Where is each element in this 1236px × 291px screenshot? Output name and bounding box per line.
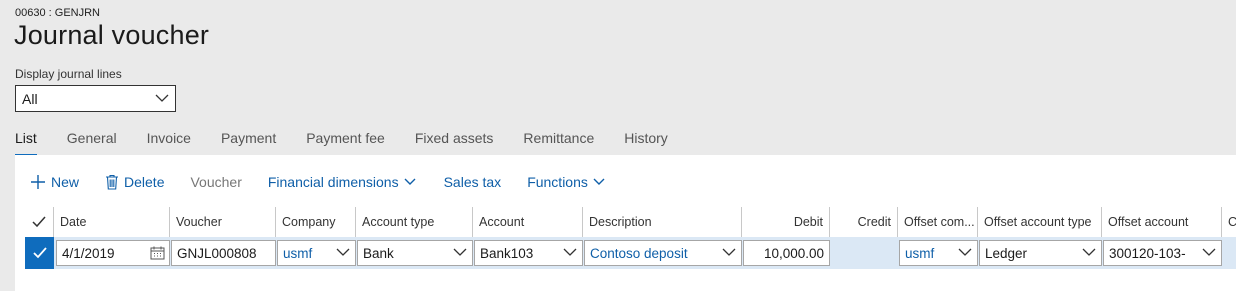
chevron-down-icon[interactable] [452,245,468,262]
chevron-down-icon [593,178,605,185]
delete-button[interactable]: Delete [105,174,164,190]
offset-account-type-field[interactable]: Ledger [979,240,1102,266]
column-header-voucher[interactable]: Voucher [170,207,276,237]
column-header-offset-account-type[interactable]: Offset account type [978,207,1102,237]
sales-tax-button[interactable]: Sales tax [444,174,502,190]
offset-account-type-value: Ledger [985,245,1028,261]
chevron-down-icon[interactable] [721,245,737,262]
offset-company-value: usmf [905,245,935,261]
checkmark-icon [32,247,47,259]
tab-invoice[interactable]: Invoice [147,130,191,156]
debit-field[interactable]: 10,000.00 [743,240,830,266]
delete-button-label: Delete [124,174,165,190]
chevron-down-icon[interactable] [957,245,973,262]
tab-general[interactable]: General [67,130,117,156]
tab-fixed-assets[interactable]: Fixed assets [415,130,494,156]
offset-account-field[interactable]: 300120-103- [1103,240,1222,266]
column-header-more[interactable]: C [1222,207,1236,237]
column-header-date[interactable]: Date [54,207,170,237]
offset-company-field[interactable]: usmf [899,240,978,266]
journal-lines-panel: New Delete Voucher Financial dimensions … [15,155,1236,291]
column-header-company[interactable]: Company [276,207,356,237]
chevron-down-icon [404,178,416,185]
date-field[interactable]: 4/1/2019 [56,240,170,266]
row-select-checkbox[interactable] [25,237,54,269]
tab-bar: List General Invoice Payment Payment fee… [15,130,698,156]
company-field[interactable]: usmf [277,240,356,266]
plus-icon [31,175,45,189]
chevron-down-icon [154,91,170,108]
tab-list[interactable]: List [15,130,37,156]
column-header-account[interactable]: Account [473,207,583,237]
financial-dimensions-button[interactable]: Financial dimensions [268,174,418,190]
account-field[interactable]: Bank103 [474,240,583,266]
trash-icon [106,174,119,190]
description-value: Contoso deposit [590,245,688,261]
new-button[interactable]: New [30,174,79,190]
column-header-account-type[interactable]: Account type [356,207,473,237]
description-field[interactable]: Contoso deposit [584,240,742,266]
column-header-offset-account[interactable]: Offset account [1102,207,1222,237]
table-row[interactable]: 4/1/2019 GNJL000808 usmf Bank Bank103 Co… [25,237,1236,269]
column-header-description[interactable]: Description [583,207,742,237]
voucher-field[interactable]: GNJL000808 [171,240,276,266]
account-value: Bank103 [480,245,534,261]
breadcrumb: 00630 : GENJRN [15,7,100,19]
new-button-label: New [51,174,80,190]
account-type-field[interactable]: Bank [357,240,473,266]
credit-field[interactable] [831,240,898,266]
select-all-checkbox[interactable] [25,207,54,237]
date-value: 4/1/2019 [62,245,115,261]
calendar-icon[interactable] [150,246,165,263]
checkmark-icon [32,216,46,228]
chevron-down-icon[interactable] [335,245,351,262]
functions-label: Functions [527,174,588,190]
page-title: Journal voucher [14,20,210,50]
display-journal-lines-label: Display journal lines [15,67,122,81]
chevron-down-icon[interactable] [1201,245,1217,262]
display-journal-lines-value: All [22,90,38,107]
company-value: usmf [283,245,313,261]
functions-button[interactable]: Functions [527,174,607,190]
account-type-value: Bank [363,245,394,261]
tab-payment[interactable]: Payment [221,130,276,156]
column-header-offset-company[interactable]: Offset com... [898,207,978,237]
financial-dimensions-label: Financial dimensions [267,174,399,190]
chevron-down-icon[interactable] [562,245,578,262]
chevron-down-icon[interactable] [1081,245,1097,262]
column-header-debit[interactable]: Debit [742,207,830,237]
tab-history[interactable]: History [624,130,668,156]
column-header-credit[interactable]: Credit [830,207,898,237]
offset-account-value: 300120-103- [1109,245,1186,261]
display-journal-lines-select[interactable]: All [15,85,176,112]
tab-remittance[interactable]: Remittance [523,130,594,156]
tab-payment-fee[interactable]: Payment fee [306,130,385,156]
voucher-button[interactable]: Voucher [190,174,241,190]
action-toolbar: New Delete Voucher Financial dimensions … [15,172,633,192]
